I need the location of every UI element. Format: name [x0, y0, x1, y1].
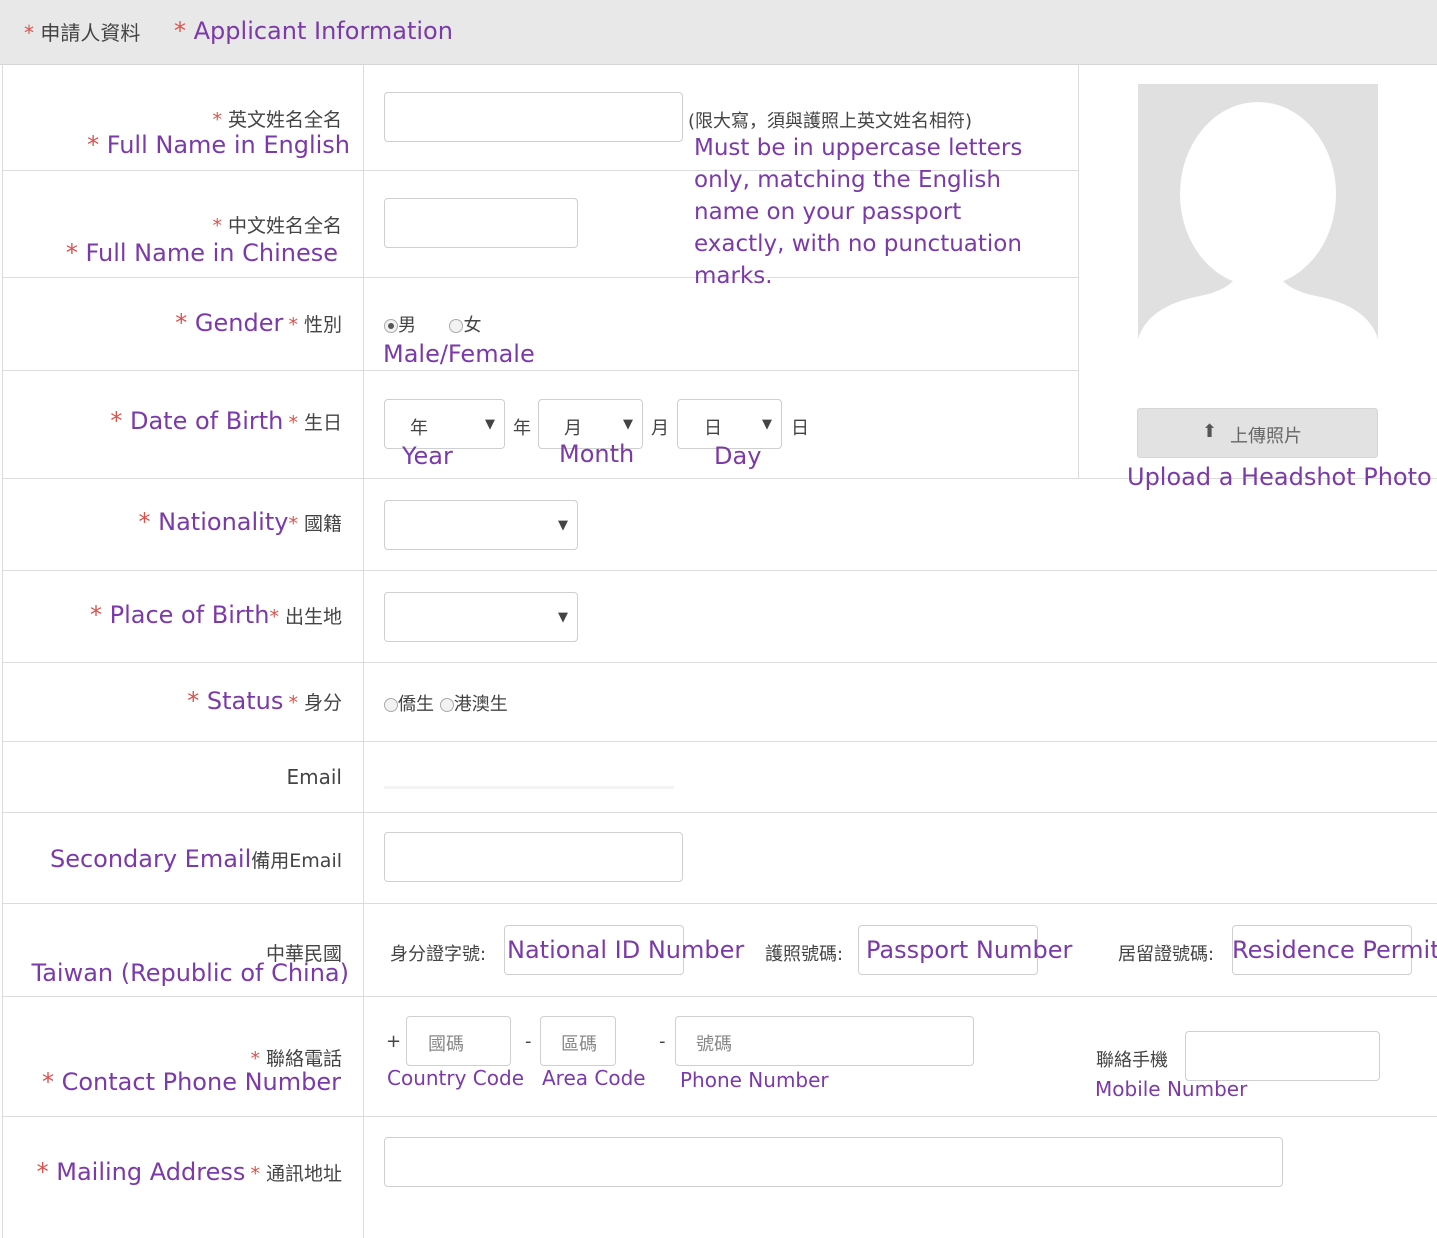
phone-dash: -	[659, 1031, 666, 1052]
row-divider	[2, 662, 1437, 663]
label-column-divider	[363, 64, 364, 1238]
row-divider	[2, 1116, 1437, 1117]
status-overseas-radio[interactable]	[384, 698, 398, 712]
dob-label: * Date of Birth * 生日	[110, 407, 342, 435]
chevron-down-icon: ▼	[558, 518, 568, 533]
section-title-zh: * 申請人資料	[24, 21, 141, 45]
dob-day-suffix: 日	[791, 418, 809, 439]
nationality-label: * Nationality* 國籍	[138, 508, 343, 536]
residence-permit-note: Residence Permit	[1232, 936, 1437, 964]
phone-label-zh: * 聯絡電話	[250, 1048, 342, 1070]
address-label: * Mailing Address * 通訊地址	[36, 1158, 342, 1186]
gender-label: * Gender * 性別	[175, 309, 342, 337]
birthplace-select[interactable]: ▼	[384, 592, 578, 642]
passport-note: Passport Number	[866, 936, 1073, 964]
phone-label-en: * Contact Phone Number	[41, 1068, 341, 1096]
gender-male-label: 男	[398, 315, 416, 336]
residence-permit-label: 居留證號碼:	[1118, 944, 1215, 965]
status-hkmacau-radio[interactable]	[439, 698, 454, 712]
national-id-label: 身分證字號:	[390, 944, 487, 965]
gender-male-radio[interactable]	[384, 319, 398, 333]
email-value	[384, 786, 674, 789]
status-label: * Status * 身分	[187, 687, 342, 715]
dob-year-note: Year	[402, 442, 453, 470]
row-divider	[2, 996, 1437, 997]
status-hkmacau-label: 港澳生	[453, 694, 508, 715]
area-code-input[interactable]: 區碼	[540, 1016, 616, 1066]
mobile-note: Mobile Number	[1095, 1077, 1248, 1101]
roc-label-en: Taiwan (Republic of China)	[31, 959, 349, 987]
phone-dash: -	[525, 1031, 532, 1052]
gender-female-radio[interactable]	[449, 319, 464, 333]
area-code-note: Area Code	[542, 1066, 646, 1090]
country-code-input[interactable]: 國碼	[406, 1016, 511, 1066]
country-code-note: Country Code	[387, 1066, 525, 1090]
chevron-down-icon: ▼	[623, 417, 633, 432]
chevron-down-icon: ▼	[558, 610, 568, 625]
upload-photo-label: 上傳照片	[1230, 426, 1302, 447]
photo-column-divider	[1078, 64, 1079, 479]
nationality-select[interactable]: ▼	[384, 500, 578, 550]
name-en-input[interactable]	[384, 92, 683, 142]
name-en-label-zh: * 英文姓名全名	[212, 109, 342, 131]
dob-year-suffix: 年	[513, 418, 531, 439]
row-divider	[2, 570, 1437, 571]
mobile-label: 聯絡手機	[1096, 1050, 1168, 1071]
gender-note: Male/Female	[383, 340, 535, 368]
chevron-down-icon: ▼	[762, 417, 772, 432]
status-overseas-label: 僑生	[398, 694, 434, 715]
name-zh-input[interactable]	[384, 198, 578, 248]
dob-day-note: Day	[714, 442, 762, 470]
row-divider	[2, 741, 1437, 742]
name-zh-label-zh: * 中文姓名全名	[212, 215, 342, 237]
secondary-email-input[interactable]	[384, 832, 683, 882]
dob-month-note: Month	[559, 440, 635, 468]
phone-number-note: Phone Number	[680, 1068, 829, 1092]
gender-female-label: 女	[463, 315, 482, 336]
headshot-placeholder	[1138, 84, 1378, 394]
avatar-silhouette-icon	[1138, 102, 1378, 394]
phone-plus-sign: +	[386, 1031, 402, 1052]
status-radio-group: 僑生 港澳生	[384, 690, 508, 716]
row-divider	[2, 812, 1437, 813]
phone-number-input[interactable]: 號碼	[675, 1016, 974, 1066]
birthplace-label: * Place of Birth* 出生地	[89, 601, 342, 629]
table-left-border	[2, 64, 3, 1238]
row-divider	[2, 370, 1078, 371]
national-id-note: National ID Number	[507, 936, 745, 964]
mobile-input[interactable]	[1185, 1031, 1380, 1081]
section-title-en: * Applicant Information	[174, 17, 453, 45]
upload-photo-button[interactable]: ⬆ 上傳照片	[1137, 408, 1378, 458]
email-label: Email	[286, 765, 343, 789]
upload-photo-note: Upload a Headshot Photo	[1127, 463, 1432, 491]
dob-month-suffix: 月	[651, 418, 669, 439]
name-zh-label-en: * Full Name in Chinese	[65, 239, 338, 267]
row-divider	[2, 903, 1437, 904]
name-en-label-en: * Full Name in English	[87, 131, 350, 159]
name-en-hint-en: Must be in uppercase letters only, match…	[694, 135, 1023, 289]
chevron-down-icon: ▼	[485, 417, 495, 432]
address-input[interactable]	[384, 1137, 1283, 1187]
upload-icon: ⬆	[1202, 421, 1218, 442]
name-en-hint-zh: (限大寫，須與護照上英文姓名相符)	[688, 111, 973, 132]
secondary-email-label: Secondary Email備用Email	[49, 845, 342, 873]
gender-radio-group: 男 女	[384, 311, 481, 337]
passport-label: 護照號碼:	[765, 944, 844, 965]
